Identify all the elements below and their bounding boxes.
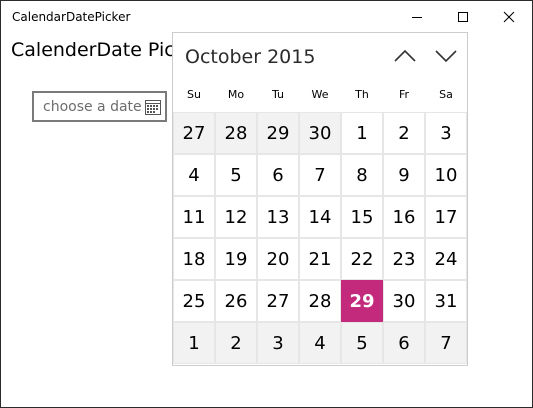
calendar-day[interactable]: 5	[215, 154, 257, 196]
day-of-week-label: Fr	[398, 88, 410, 101]
calendar-day[interactable]: 27	[257, 280, 299, 322]
month-year-button[interactable]: October 2015	[185, 46, 315, 68]
calendar-day-out-of-month[interactable]: 2	[215, 322, 257, 364]
calendar-day[interactable]: 2	[383, 112, 425, 154]
calendar-day[interactable]: 4	[173, 154, 215, 196]
calendar-day[interactable]: 3	[425, 112, 467, 154]
calendar-day[interactable]: 13	[257, 196, 299, 238]
day-of-week-label: Su	[187, 88, 201, 101]
page-title: CalenderDate Pick	[11, 39, 186, 61]
calendar-day[interactable]: 24	[425, 238, 467, 280]
day-of-week-label: Tu	[271, 88, 285, 101]
calendar-day[interactable]: 11	[173, 196, 215, 238]
calendar-day-out-of-month[interactable]: 5	[341, 322, 383, 364]
calendar-day-out-of-month[interactable]: 1	[173, 322, 215, 364]
minimize-button[interactable]	[394, 1, 440, 32]
calendar-day[interactable]: 6	[257, 154, 299, 196]
calendar-day[interactable]: 10	[425, 154, 467, 196]
close-icon	[503, 11, 515, 22]
maximize-button[interactable]	[440, 1, 486, 32]
day-of-week-header: Su Mo Tu We Th Fr Sa	[173, 83, 467, 107]
calendar-day[interactable]: 1	[341, 112, 383, 154]
calendar-day[interactable]: 25	[173, 280, 215, 322]
calendar-day[interactable]: 26	[215, 280, 257, 322]
calendar-day-out-of-month[interactable]: 7	[425, 322, 467, 364]
date-picker-placeholder: choose a date	[43, 99, 142, 115]
calendar-day[interactable]: 16	[383, 196, 425, 238]
calendar-day[interactable]: 20	[257, 238, 299, 280]
calendar-day-grid: 27 28 29 30 1 2 3 4 5 6 7 8 9 10 11 12 13 14 15 16 17 18 19 20 2…	[173, 112, 467, 365]
calendar-day[interactable]: 9	[383, 154, 425, 196]
day-of-week-label: Sa	[439, 88, 453, 101]
calendar-day[interactable]: 21	[299, 238, 341, 280]
calendar-day[interactable]: 8	[341, 154, 383, 196]
calendar-header: October 2015	[173, 33, 467, 79]
date-picker-input[interactable]: choose a date	[32, 91, 167, 122]
calendar-day[interactable]: 15	[341, 196, 383, 238]
chevron-up-icon	[394, 49, 416, 62]
window-title: CalendarDatePicker	[12, 10, 131, 24]
calendar-icon	[145, 100, 161, 115]
calendar-day-out-of-month[interactable]: 28	[215, 112, 257, 154]
calendar-day[interactable]: 19	[215, 238, 257, 280]
minimize-icon	[412, 16, 422, 18]
calendar-day[interactable]: 14	[299, 196, 341, 238]
calendar-day-out-of-month[interactable]: 6	[383, 322, 425, 364]
calendar-day[interactable]: 17	[425, 196, 467, 238]
calendar-day-out-of-month[interactable]: 4	[299, 322, 341, 364]
next-month-button[interactable]	[430, 43, 462, 69]
app-window: CalendarDatePicker CalenderDate Pick cho…	[0, 0, 533, 408]
calendar-day[interactable]: 23	[383, 238, 425, 280]
calendar-flyout: October 2015 Su Mo Tu We Th Fr Sa 27 28 29 30 1 2 3 4…	[172, 32, 468, 366]
close-button[interactable]	[486, 1, 532, 32]
calendar-day[interactable]: 12	[215, 196, 257, 238]
calendar-day-out-of-month[interactable]: 3	[257, 322, 299, 364]
chevron-down-icon	[435, 50, 457, 63]
calendar-day[interactable]: 18	[173, 238, 215, 280]
day-of-week-label: Th	[355, 88, 369, 101]
title-bar[interactable]: CalendarDatePicker	[1, 1, 532, 32]
day-of-week-label: Mo	[227, 88, 245, 101]
calendar-day-out-of-month[interactable]: 29	[257, 112, 299, 154]
calendar-day-out-of-month[interactable]: 27	[173, 112, 215, 154]
calendar-day[interactable]: 30	[383, 280, 425, 322]
calendar-day[interactable]: 7	[299, 154, 341, 196]
day-of-week-label: We	[311, 88, 329, 101]
calendar-day[interactable]: 28	[299, 280, 341, 322]
calendar-day-today[interactable]: 29	[341, 280, 383, 322]
previous-month-button[interactable]	[389, 43, 421, 69]
calendar-day-out-of-month[interactable]: 30	[299, 112, 341, 154]
calendar-day[interactable]: 22	[341, 238, 383, 280]
maximize-icon	[458, 11, 468, 22]
calendar-day[interactable]: 31	[425, 280, 467, 322]
